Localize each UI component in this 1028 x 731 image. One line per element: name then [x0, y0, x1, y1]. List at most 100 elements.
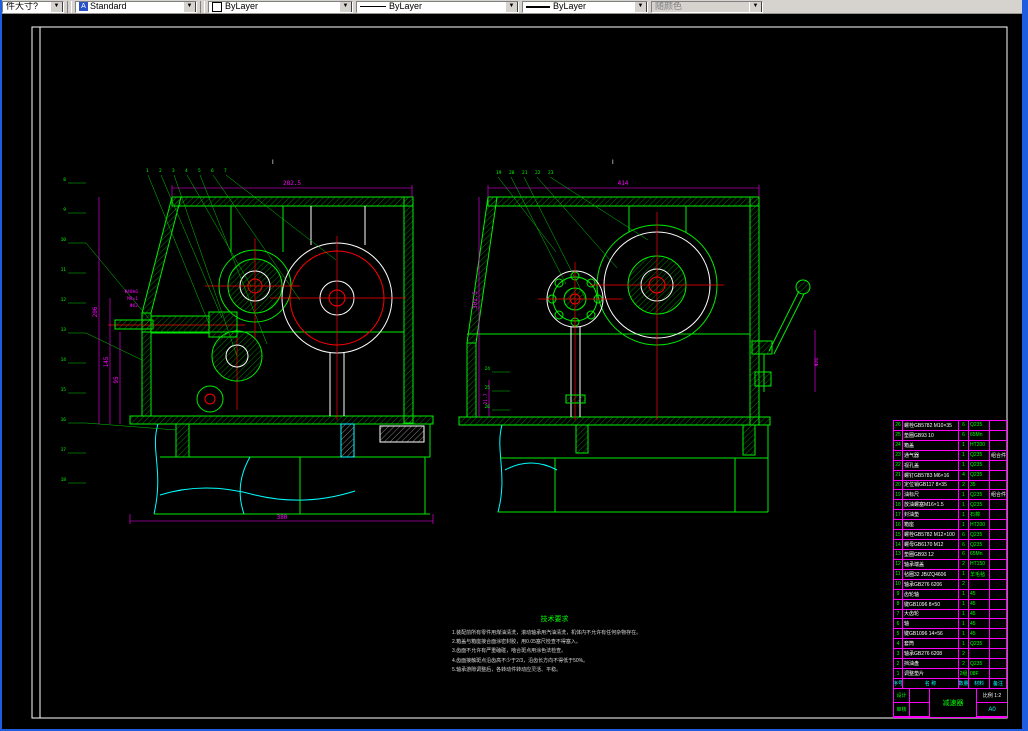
note-line: 4.齿面接触斑点沿齿高不少于2/3，沿齿长方向不得低于50%。 — [452, 657, 589, 664]
table-cell: HT200 — [969, 440, 990, 450]
table-row: 25 垫圈GB93 10 6 65Mn — [894, 430, 1007, 441]
toolbar-separator — [67, 0, 72, 13]
chevron-down-icon[interactable]: ▼ — [505, 1, 518, 12]
dimension-label: 21.7 — [483, 393, 489, 404]
table-cell: 6 — [959, 530, 969, 540]
table-cell: 轴承GB276 6208 — [903, 649, 959, 659]
svg-text:22: 22 — [535, 170, 541, 176]
table-cell: 11 — [894, 569, 903, 579]
dimension-label: 145 — [103, 356, 110, 367]
linetype-value: ByLayer — [389, 1, 423, 12]
table-cell: 1 — [894, 669, 903, 678]
table-cell: 羊毛毡 — [969, 569, 990, 579]
table-cell: 材料 — [969, 678, 990, 688]
section-mark: I — [272, 160, 274, 166]
table-cell: 6 — [894, 619, 903, 629]
table-row: 23 通气器 1 Q235 组合件 — [894, 450, 1007, 461]
svg-text:26: 26 — [485, 404, 491, 410]
table-cell: 视孔盖 — [903, 460, 959, 470]
chevron-down-icon[interactable]: ▼ — [50, 1, 63, 12]
chevron-down-icon[interactable]: ▼ — [339, 1, 352, 12]
table-cell: 14 — [894, 540, 903, 549]
table-cell — [990, 430, 1007, 440]
table-cell: 大齿轮 — [903, 609, 959, 619]
table-cell — [990, 520, 1007, 530]
table-cell: 7 — [894, 609, 903, 619]
table-cell: 24 — [894, 440, 903, 450]
linetype-icon — [360, 5, 386, 8]
table-cell: 65Mn — [969, 549, 990, 559]
dimension-label: 414 — [618, 180, 629, 187]
table-row: 26 螺栓GB5782 M10×35 6 Q235 — [894, 421, 1007, 431]
plot-style-combo[interactable]: 随颜色 ▼ — [651, 0, 763, 13]
table-cell — [990, 579, 1007, 589]
table-cell: 2 — [959, 579, 969, 589]
table-cell — [990, 530, 1007, 540]
title-block: 设计 审核 减速器 比例 1:2 A0 — [894, 689, 1007, 718]
table-cell: 4 — [894, 639, 903, 649]
table-cell — [990, 559, 1007, 569]
table-cell: 齿轮轴 — [903, 589, 959, 599]
table-cell — [990, 609, 1007, 619]
table-cell: 1 — [959, 599, 969, 609]
table-row: 13 垫圈GB93 12 6 65Mn — [894, 549, 1007, 560]
table-cell: 6 — [959, 540, 969, 549]
notes-lines: 1.装配前所有零件用煤油清洗，滚动轴承用汽油清洗，机体内不允许有任何杂物存在。 2… — [452, 629, 657, 675]
table-cell: 12 — [894, 559, 903, 569]
table-cell: 键GB1096 8×50 — [903, 599, 959, 609]
table-cell: 序号 — [894, 678, 903, 688]
window-border-right[interactable] — [1022, 0, 1028, 731]
table-row: 2 挡油盘 2 Q235 — [894, 659, 1007, 670]
table-row: 16 箱座 1 HT200 — [894, 520, 1007, 531]
table-cell: Q235 — [969, 450, 990, 460]
table-row: 6 轴 1 45 — [894, 619, 1007, 630]
svg-text:16: 16 — [61, 417, 67, 423]
table-cell: 数量 — [959, 678, 969, 688]
table-cell: 名 称 — [903, 678, 959, 688]
checker-label: 审核 — [894, 703, 910, 717]
table-cell — [990, 599, 1007, 609]
table-cell — [990, 540, 1007, 549]
dimension-label: 380 — [277, 514, 288, 521]
table-cell: 油标尺 — [903, 490, 959, 500]
table-cell: 23 — [894, 450, 903, 460]
lineweight-combo[interactable]: ByLayer ▼ — [522, 0, 648, 13]
table-cell: 4 — [959, 470, 969, 480]
chevron-down-icon[interactable]: ▼ — [634, 1, 647, 12]
table-cell: 10 — [894, 579, 903, 589]
designer-label: 设计 — [894, 689, 910, 703]
table-cell — [990, 589, 1007, 599]
dim-style-combo[interactable]: 件大寸? ▼ — [2, 0, 64, 13]
designer-value — [910, 689, 930, 703]
table-cell — [990, 659, 1007, 669]
text-style-combo[interactable]: A Standard ▼ — [75, 0, 197, 13]
chevron-down-icon[interactable]: ▼ — [183, 1, 196, 12]
table-cell: HT200 — [969, 520, 990, 530]
table-cell: 45 — [969, 629, 990, 639]
table-cell: 挡油盘 — [903, 659, 959, 669]
dimension-label: 95 — [113, 376, 120, 384]
lineweight-value: ByLayer — [553, 1, 587, 12]
table-cell: 石棉 — [969, 510, 990, 520]
linetype-combo[interactable]: ByLayer ▼ — [356, 0, 519, 13]
color-combo[interactable]: ByLayer ▼ — [208, 0, 353, 13]
table-row: 5 键GB1096 14×56 1 45 — [894, 629, 1007, 640]
svg-text:3: 3 — [172, 168, 175, 174]
table-cell: 6 — [959, 549, 969, 559]
table-cell: 轴 — [903, 619, 959, 629]
table-cell: 5 — [894, 629, 903, 639]
thread-label: Φ62 — [130, 303, 138, 309]
table-cell — [990, 549, 1007, 559]
dimension-label: 302.5 — [472, 291, 479, 309]
table-cell: 35 — [969, 480, 990, 490]
table-cell: 箱盖 — [903, 440, 959, 450]
thread-label: M8×1 — [127, 296, 138, 302]
table-cell: 9 — [894, 589, 903, 599]
table-cell: 45 — [969, 619, 990, 629]
svg-text:12: 12 — [61, 297, 67, 303]
table-row: 19 油标尺 1 Q235 组合件 — [894, 490, 1007, 501]
table-row: 10 轴承GB276 6206 2 — [894, 579, 1007, 590]
table-cell: 毡圈32 JB/ZQ4606 — [903, 569, 959, 579]
table-cell: 2 — [894, 659, 903, 669]
dimension-label: 282.5 — [283, 180, 301, 187]
